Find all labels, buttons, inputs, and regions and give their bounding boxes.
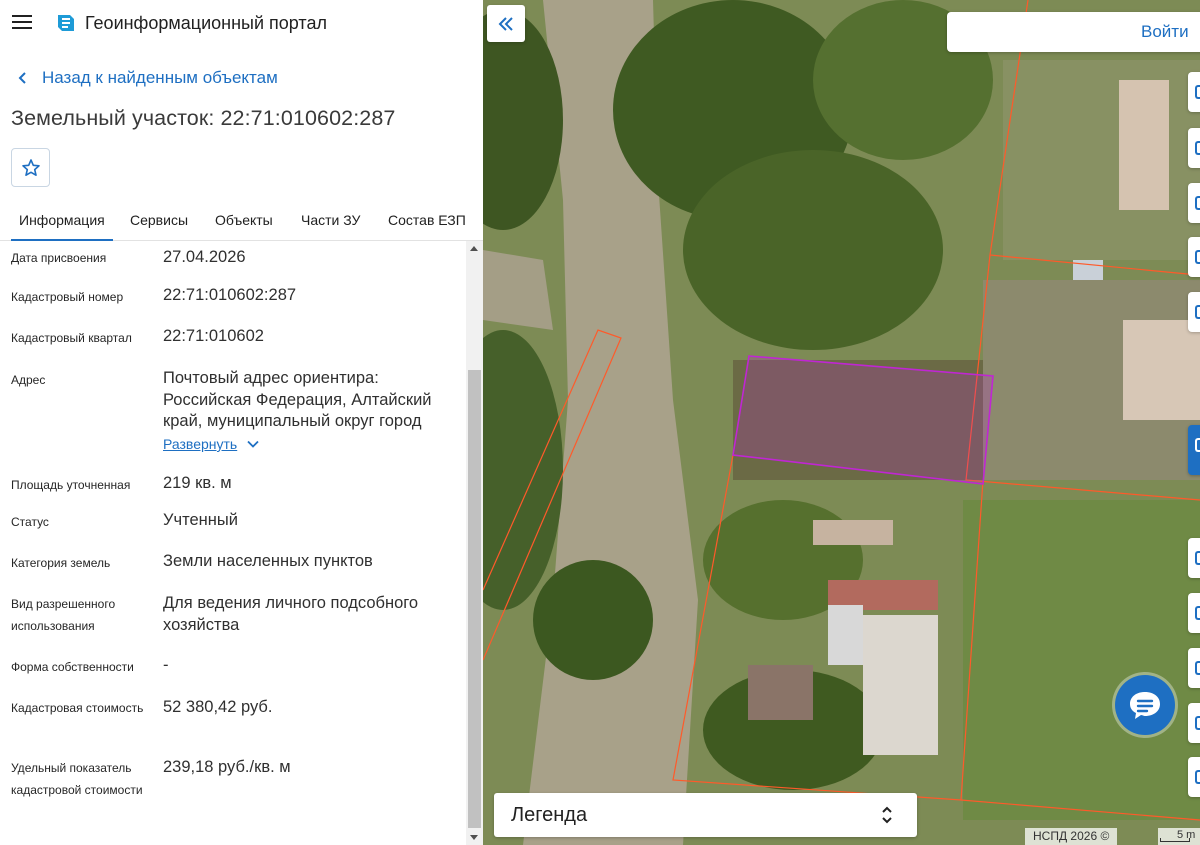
chat-button[interactable] [1115, 675, 1175, 735]
row-label: Удельный показатель кадастровой стоимост… [11, 761, 143, 797]
object-title: Земельный участок: 22:71:010602:287 [11, 106, 396, 130]
row-label: Вид разрешенного использования [11, 597, 116, 633]
map-scale-bar: 5 m [1158, 828, 1200, 845]
satellite-imagery [483, 0, 1200, 845]
tool-icon [1195, 305, 1200, 319]
portal-logo-icon [58, 15, 74, 31]
row-value: 52 380,42 руб. [163, 698, 273, 716]
tool-icon [1195, 438, 1200, 452]
chevron-down-icon [247, 440, 259, 448]
map-tool-2[interactable] [1188, 128, 1200, 168]
double-chevron-left-icon [498, 16, 513, 31]
tab-objects[interactable]: Объекты [215, 200, 273, 240]
map-tool-1[interactable] [1188, 72, 1200, 112]
info-tabs: Информация Сервисы Объекты Части ЗУ Сост… [0, 200, 483, 241]
row-label: Форма собственности [11, 660, 134, 674]
hamburger-icon[interactable] [12, 15, 32, 31]
row-label: Категория земель [11, 556, 111, 570]
info-panel: Геоинформационный портал Назад к найденн… [0, 0, 483, 845]
map-tool-4[interactable] [1188, 237, 1200, 277]
row-label: Кадастровый номер [11, 290, 124, 304]
row-value: 239,18 руб./кв. м [163, 758, 291, 776]
row-label: Площадь уточненная [11, 478, 131, 492]
tool-icon [1195, 250, 1200, 264]
scroll-down-arrow[interactable] [470, 835, 478, 840]
row-value: 22:71:010602:287 [163, 286, 297, 304]
row-label: Адрес [11, 373, 46, 387]
row-label: Кадастровый квартал [11, 331, 132, 345]
map-attribution: НСПД 2026 © [1025, 828, 1118, 845]
chat-icon [1130, 692, 1160, 719]
back-to-results-link[interactable]: Назад к найденным объектам [14, 66, 278, 90]
tool-icon [1195, 196, 1200, 210]
scale-label: 5 m [1177, 829, 1196, 841]
tab-parcel-parts[interactable]: Части ЗУ [301, 200, 360, 240]
collapse-panel-button[interactable] [487, 5, 525, 42]
map-tool-9[interactable] [1188, 703, 1200, 743]
tab-information[interactable]: Информация [11, 200, 113, 241]
tool-icon [1195, 770, 1200, 784]
row-value: Земли населенных пунктов [163, 552, 373, 570]
tool-icon [1195, 716, 1200, 730]
row-value: - [163, 656, 169, 674]
map-tool-5[interactable] [1188, 292, 1200, 332]
tool-icon [1195, 141, 1200, 155]
legend-label: Легенда [511, 804, 588, 826]
app-header: Геоинформационный портал [0, 0, 483, 46]
tab-services[interactable]: Сервисы [130, 200, 188, 240]
row-label: Статус [11, 515, 49, 529]
row-value: 219 кв. м [163, 474, 232, 492]
map-tool-3[interactable] [1188, 183, 1200, 223]
expand-address-link[interactable]: Развернуть [163, 436, 259, 452]
sort-updown-icon [882, 806, 892, 824]
scrollbar-thumb[interactable] [468, 370, 481, 828]
map-view[interactable]: Войти Легенда НСПД 2026 © 5 m [483, 0, 1200, 845]
map-tool-6[interactable] [1188, 538, 1200, 578]
tool-icon [1195, 661, 1200, 675]
back-link-label: Назад к найденным объектам [42, 68, 278, 87]
login-label: Войти [1141, 22, 1189, 41]
legend-panel[interactable]: Легенда [494, 793, 917, 837]
map-tool-8[interactable] [1188, 648, 1200, 688]
panel-scrollbar[interactable] [466, 241, 483, 845]
row-value: 27.04.2026 [163, 248, 246, 266]
star-outline-icon [21, 158, 40, 176]
row-label: Дата присвоения [11, 251, 107, 265]
info-rows: Дата присвоения 27.04.2026 Кадастровый н… [0, 241, 466, 845]
row-value: 22:71:010602 [163, 327, 264, 345]
portal-title: Геоинформационный портал [85, 13, 327, 33]
tool-icon [1195, 85, 1200, 99]
row-value: Почтовый адрес ориентира: Российская Фед… [163, 369, 432, 430]
favorite-button[interactable] [11, 148, 50, 187]
row-value: Учтенный [163, 511, 238, 529]
map-tool-active[interactable] [1188, 425, 1200, 475]
expand-label: Развернуть [163, 436, 238, 452]
chevron-left-icon [18, 72, 26, 84]
row-value: Для ведения личного подсобного хозяйства [163, 594, 419, 634]
scroll-up-arrow[interactable] [470, 246, 478, 251]
row-label: Кадастровая стоимость [11, 701, 144, 715]
tool-icon [1195, 606, 1200, 620]
tab-ezp-composition[interactable]: Состав ЕЗП [388, 200, 466, 240]
login-button[interactable]: Войти [947, 12, 1200, 52]
map-tool-10[interactable] [1188, 757, 1200, 797]
map-tool-7[interactable] [1188, 593, 1200, 633]
tool-icon [1195, 551, 1200, 565]
